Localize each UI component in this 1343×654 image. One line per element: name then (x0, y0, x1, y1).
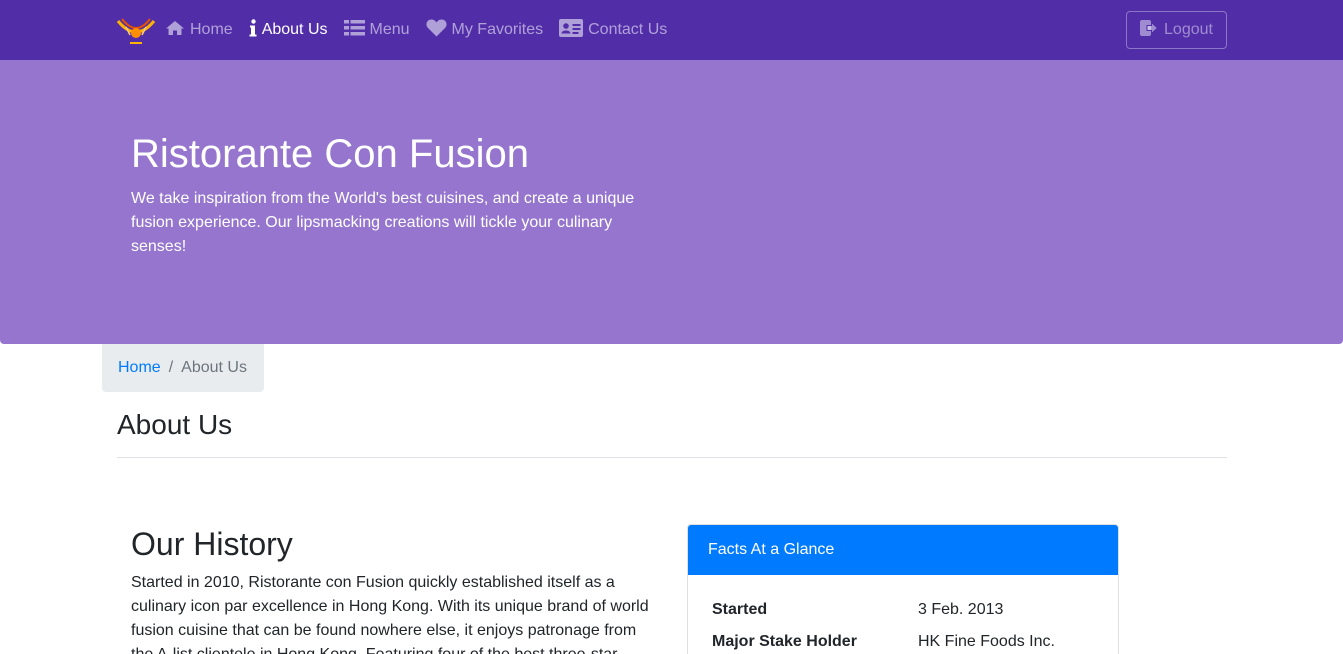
navbar: Home About Us Menu My Favorites Contact … (0, 0, 1343, 60)
breadcrumb: Home / About Us (102, 344, 264, 392)
fact-value: HK Fine Foods Inc. (918, 633, 1055, 650)
nav-item-label: Contact Us (588, 21, 668, 38)
page-divider (117, 457, 1227, 458)
breadcrumb-separator: / (168, 359, 174, 376)
list-icon (343, 19, 370, 41)
history-heading: Our History (131, 526, 293, 562)
nav-item-contact-us[interactable]: Contact Us (559, 18, 668, 42)
fact-term: Started (712, 601, 768, 618)
restaurant-title: Ristorante Con Fusion (131, 132, 529, 176)
main-nav: Home About Us Menu My Favorites Contact … (165, 0, 683, 60)
nav-item-my-favorites[interactable]: My Favorites (425, 19, 544, 42)
facts-card-header: Facts At a Glance (688, 525, 1118, 575)
facts-card-body: Started 3 Feb. 2013 Major Stake Holder H… (688, 575, 1118, 654)
fact-term: Major Stake Holder (712, 633, 857, 650)
sign-out-icon (1140, 19, 1164, 41)
fact-row: Started 3 Feb. 2013 (712, 601, 1118, 633)
nav-item-about-us[interactable]: About Us (249, 18, 328, 42)
page-title: About Us (117, 409, 233, 440)
history-text: Started in 2010, Ristorante con Fusion q… (131, 574, 649, 654)
breadcrumb-current: About Us (181, 359, 247, 376)
fact-row: Major Stake Holder HK Fine Foods Inc. (712, 633, 1118, 654)
restaurant-tagline: We take inspiration from the World's bes… (131, 190, 635, 255)
facts-card: Facts At a Glance Started 3 Feb. 2013 Ma… (687, 524, 1119, 654)
info-icon (249, 18, 262, 42)
nav-item-label: About Us (261, 21, 328, 38)
nav-item-label: My Favorites (451, 21, 544, 38)
heart-icon (425, 19, 452, 42)
restaurant-logo-icon[interactable] (116, 13, 156, 47)
home-icon (165, 20, 190, 41)
fact-value: 3 Feb. 2013 (918, 601, 1004, 618)
nav-item-menu[interactable]: Menu (343, 19, 410, 41)
jumbotron: Ristorante Con Fusion We take inspiratio… (0, 60, 1343, 344)
nav-item-label: Home (190, 21, 233, 38)
nav-item-home[interactable]: Home (165, 20, 233, 41)
address-card-icon (559, 18, 588, 42)
nav-item-label: Menu (369, 21, 410, 38)
breadcrumb-home-link[interactable]: Home (118, 359, 161, 377)
logout-label: Logout (1164, 21, 1213, 38)
logout-button[interactable]: Logout (1126, 11, 1227, 49)
